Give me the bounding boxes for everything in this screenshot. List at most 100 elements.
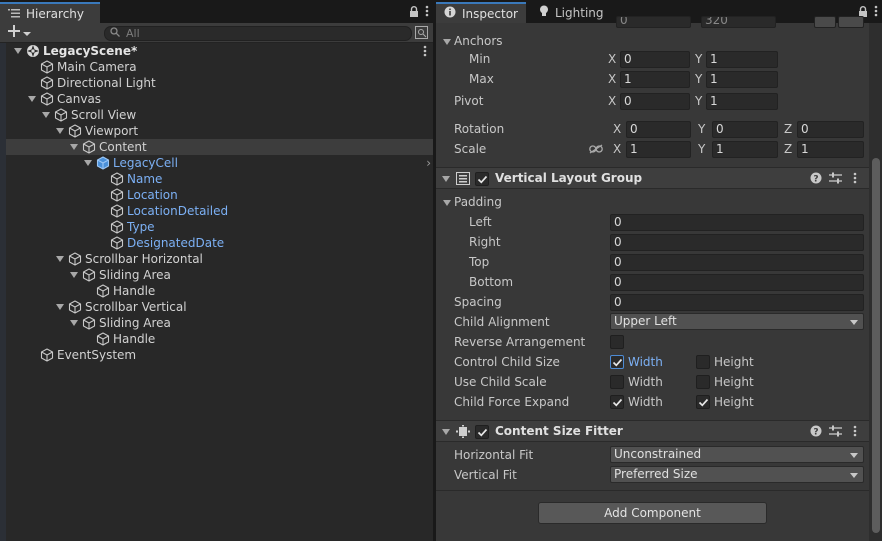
rotation-z-field[interactable]: 0	[797, 121, 864, 138]
hierarchy-item[interactable]: Scroll View	[6, 107, 433, 123]
constrain-proportions-icon[interactable]	[589, 143, 603, 157]
help-icon[interactable]: ?	[810, 425, 822, 440]
expand-arrow-icon[interactable]	[42, 112, 50, 118]
spacing-field[interactable]: 0	[610, 294, 864, 311]
expand-arrow-icon[interactable]	[56, 256, 64, 262]
hierarchy-item-label: Name	[127, 172, 163, 186]
kebab-menu-icon[interactable]	[853, 172, 857, 187]
tab-inspector[interactable]: Inspector	[436, 2, 526, 23]
vertical-fit-dropdown[interactable]: Preferred Size	[610, 466, 864, 483]
lock-icon[interactable]	[409, 5, 419, 17]
tab-hierarchy[interactable]: Hierarchy	[0, 2, 100, 23]
hierarchy-item-label: Type	[127, 220, 155, 234]
hierarchy-toolbar: All	[0, 23, 433, 43]
use-child-scale-height-checkbox[interactable]	[696, 375, 710, 389]
tab-lighting[interactable]: Lighting	[531, 2, 621, 23]
control-child-size-width-checkbox[interactable]	[610, 355, 624, 369]
scale-z-field[interactable]: 1	[797, 141, 864, 158]
content-size-fitter-header[interactable]: Content Size Fitter ?	[436, 420, 869, 442]
csf-foldout-icon[interactable]	[442, 429, 450, 435]
hierarchy-item[interactable]: Sliding Area	[6, 315, 433, 331]
raw-edit-button[interactable]	[838, 16, 864, 28]
hierarchy-item[interactable]: Scrollbar Vertical	[6, 299, 433, 315]
expand-arrow-icon[interactable]	[70, 320, 78, 326]
create-button[interactable]	[8, 25, 31, 40]
hierarchy-item[interactable]: DesignatedDate	[6, 235, 433, 251]
dropdown-arrow-icon	[850, 473, 858, 478]
hierarchy-item[interactable]: LegacyCell ›	[6, 155, 433, 171]
use-child-scale-width-checkbox[interactable]	[610, 375, 624, 389]
kebab-menu-icon[interactable]	[874, 5, 878, 17]
child-force-expand-height-checkbox[interactable]	[696, 395, 710, 409]
hierarchy-item[interactable]: Scrollbar Horizontal	[6, 251, 433, 267]
hierarchy-item[interactable]: Sliding Area	[6, 267, 433, 283]
blueprint-button[interactable]	[814, 16, 836, 28]
scale-y-field[interactable]: 1	[712, 141, 778, 158]
expand-arrow-icon[interactable]	[14, 48, 22, 54]
padding-top-field[interactable]: 0	[610, 254, 864, 271]
hierarchy-item[interactable]: EventSystem	[6, 347, 433, 363]
hierarchy-item[interactable]: Content	[6, 139, 433, 155]
partial-field-b[interactable]: 320	[701, 16, 776, 28]
hierarchy-item[interactable]: Name	[6, 171, 433, 187]
child-alignment-dropdown[interactable]: Upper Left	[610, 313, 864, 330]
search-filter-icon[interactable]	[415, 26, 428, 42]
hierarchy-item-label: LegacyCell	[113, 156, 178, 170]
search-input[interactable]: All	[104, 26, 412, 41]
padding-foldout-icon[interactable]	[443, 200, 451, 206]
vlg-foldout-icon[interactable]	[442, 176, 450, 182]
prefab-open-chevron-icon[interactable]: ›	[426, 155, 431, 171]
gameobject-icon	[110, 172, 124, 186]
reverse-arrangement-checkbox[interactable]	[610, 335, 624, 349]
presets-icon[interactable]	[829, 425, 842, 440]
padding-right-field[interactable]: 0	[610, 234, 864, 251]
vlg-enabled-checkbox[interactable]	[475, 172, 489, 186]
control-child-size-height-checkbox[interactable]	[696, 355, 710, 369]
pivot-x-field[interactable]: 0	[620, 93, 690, 110]
hierarchy-item[interactable]: LocationDetailed	[6, 203, 433, 219]
anchors-max-x-field[interactable]: 1	[620, 71, 690, 88]
expand-arrow-icon[interactable]	[84, 160, 92, 166]
expand-arrow-icon[interactable]	[70, 272, 78, 278]
padding-bottom-field[interactable]: 0	[610, 274, 864, 291]
hierarchy-item[interactable]: Directional Light	[6, 75, 433, 91]
child-force-expand-width-checkbox[interactable]	[610, 395, 624, 409]
inspector-scrollbar-thumb[interactable]	[872, 158, 880, 533]
padding-bottom-label: Bottom	[469, 275, 514, 289]
hierarchy-item[interactable]: Location	[6, 187, 433, 203]
anchors-max-y-field[interactable]: 1	[706, 71, 778, 88]
partial-field-a[interactable]: 0	[616, 16, 691, 28]
hierarchy-item[interactable]: LegacyScene*	[6, 43, 433, 59]
scale-x-field[interactable]: 1	[626, 141, 691, 158]
rotation-x-field[interactable]: 0	[626, 121, 691, 138]
hierarchy-item[interactable]: Type	[6, 219, 433, 235]
anchors-min-x-field[interactable]: 0	[620, 51, 690, 68]
anchors-min-y-field[interactable]: 1	[706, 51, 778, 68]
horizontal-fit-dropdown[interactable]: Unconstrained	[610, 446, 864, 463]
hierarchy-item[interactable]: Viewport	[6, 123, 433, 139]
vertical-layout-group-header[interactable]: Vertical Layout Group ?	[436, 167, 869, 189]
kebab-menu-icon[interactable]	[853, 425, 857, 440]
presets-icon[interactable]	[829, 172, 842, 187]
rotation-y-field[interactable]: 0	[712, 121, 778, 138]
hierarchy-item[interactable]: Handle	[6, 331, 433, 347]
dropdown-arrow-icon	[850, 453, 858, 458]
kebab-menu-icon[interactable]	[425, 5, 429, 17]
add-component-button[interactable]: Add Component	[538, 502, 767, 524]
hierarchy-item[interactable]: Canvas	[6, 91, 433, 107]
expand-arrow-icon[interactable]	[56, 128, 64, 134]
hierarchy-item[interactable]: Main Camera	[6, 59, 433, 75]
expand-arrow-icon[interactable]	[70, 144, 78, 150]
anchors-foldout-icon[interactable]	[443, 39, 451, 45]
lock-icon[interactable]	[858, 5, 868, 17]
padding-left-field[interactable]: 0	[610, 214, 864, 231]
help-icon[interactable]: ?	[810, 172, 822, 187]
expand-arrow-icon[interactable]	[56, 304, 64, 310]
pivot-y-field[interactable]: 1	[706, 93, 778, 110]
hierarchy-item[interactable]: Handle	[6, 283, 433, 299]
inspector-scrollbar[interactable]	[869, 23, 882, 541]
expand-arrow-icon[interactable]	[28, 96, 36, 102]
hierarchy-item-label: Scroll View	[71, 108, 137, 122]
csf-enabled-checkbox[interactable]	[475, 425, 489, 439]
inspector-panel: Inspector Lighting 0 320 Anchors Min X 0…	[436, 0, 882, 541]
